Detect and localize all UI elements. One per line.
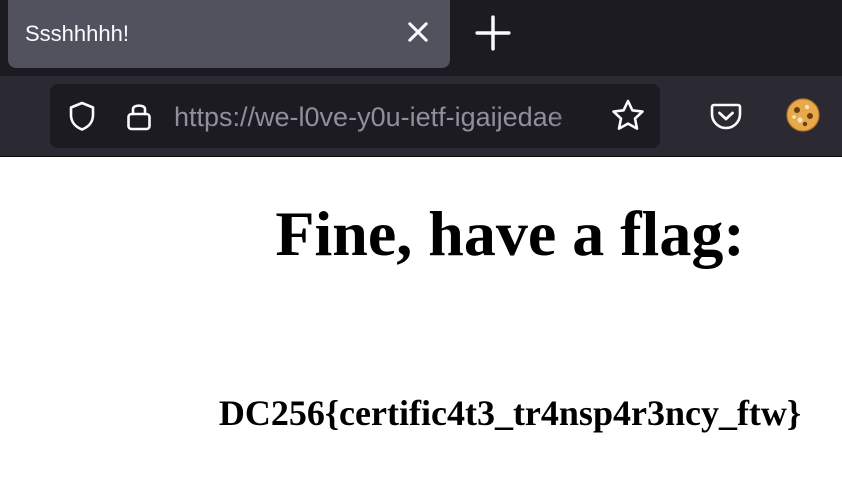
address-bar[interactable]: https://we-l0ve-y0u-ietf-igaijedae [50,84,660,148]
flag-text: DC256{certific4t3_tr4nsp4r3ncy_ftw} [218,393,802,433]
page-content: Fine, have a flag: DC256{certific4t3_tr4… [0,157,842,504]
lock-icon[interactable] [124,100,154,132]
navigation-toolbar: https://we-l0ve-y0u-ietf-igaijedae [0,76,842,157]
url-text[interactable]: https://we-l0ve-y0u-ietf-igaijedae [174,101,602,133]
tab-active[interactable]: Ssshhhhh! [8,0,450,68]
page-heading: Fine, have a flag: [275,198,745,269]
account-avatar[interactable] [786,98,820,132]
close-icon[interactable] [404,18,432,46]
star-icon[interactable] [610,98,646,134]
pocket-icon[interactable] [708,98,744,134]
tab-strip: Ssshhhhh! [0,0,842,76]
shield-icon[interactable] [66,100,98,132]
plus-icon[interactable] [474,14,512,52]
tab-title: Ssshhhhh! [25,21,129,46]
